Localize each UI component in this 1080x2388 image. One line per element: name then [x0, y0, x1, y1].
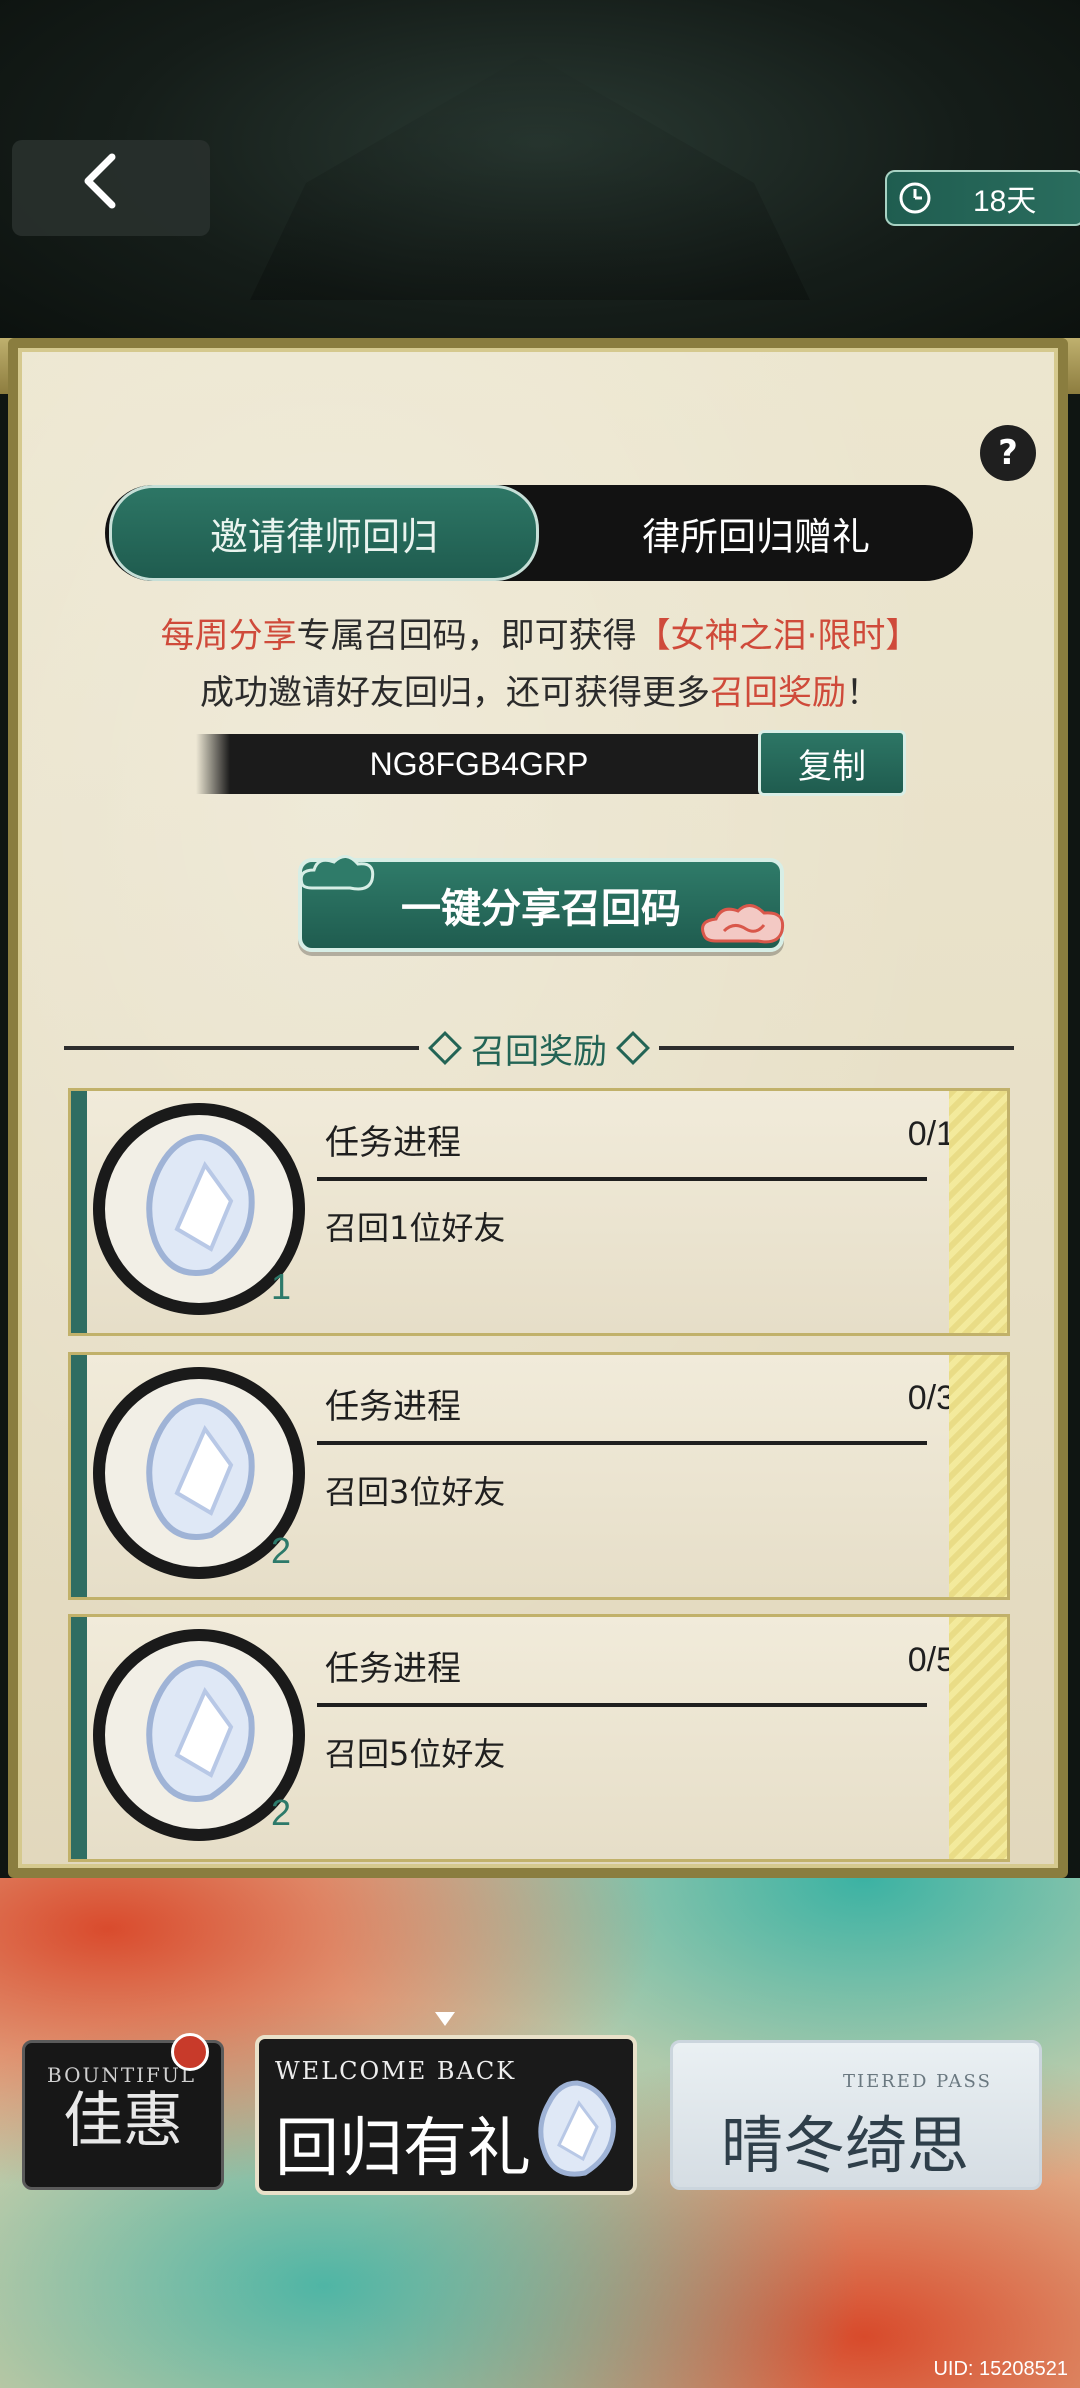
tab-firm-gift[interactable]: 律所回归赠礼 — [539, 485, 973, 581]
reward-count: 1 — [271, 1266, 292, 1307]
cloud-icon — [292, 848, 382, 898]
reward-item[interactable]: 2 任务进程 0/3 召回3位好友 — [68, 1352, 1010, 1600]
selected-indicator-icon — [435, 2012, 455, 2026]
uid-label: UID: 15208521 — [933, 2358, 1068, 2380]
timer-label: 18天 — [973, 185, 1037, 218]
clock-icon — [171, 2033, 209, 2071]
task-progress: 0/3 — [907, 1379, 955, 1417]
card-subtitle: TIERED PASS — [843, 2071, 992, 2092]
tab-invite-lawyer[interactable]: 邀请律师回归 — [109, 485, 539, 581]
reward-count: 2 — [271, 1792, 292, 1833]
tab-label: 邀请律师回归 — [209, 514, 438, 559]
copy-button[interactable]: 复制 — [758, 730, 906, 796]
event-card-bountiful[interactable]: BOUNTIFUL 佳惠 — [22, 2033, 224, 2190]
task-title: 任务进程 — [325, 1387, 461, 1427]
event-timer: 18天 — [885, 170, 1080, 226]
desc-text: 成功邀请好友回归，还可获得更多 — [200, 673, 710, 713]
task-desc: 召回5位好友 — [325, 1735, 506, 1773]
invite-desc-line2: 成功邀请好友回归，还可获得更多召回奖励！ — [0, 665, 1080, 714]
diamond-icon — [616, 1031, 650, 1065]
task-progress: 0/1 — [907, 1115, 955, 1153]
back-button[interactable] — [12, 140, 210, 236]
reward-count: 2 — [271, 1530, 292, 1571]
gem-icon — [141, 1657, 261, 1807]
task-desc: 召回3位好友 — [325, 1473, 506, 1511]
event-card-tiered-pass[interactable]: TIERED PASS 晴冬绮思 — [670, 2040, 1042, 2190]
recall-code-field: NG8FGB4GRP — [196, 734, 762, 794]
tab-bar: 邀请律师回归 律所回归赠礼 — [105, 485, 973, 581]
reward-item[interactable]: 1 任务进程 0/1 召回1位好友 — [68, 1088, 1010, 1336]
reward-name-text: 【女神之泪·限时】 — [636, 616, 920, 656]
section-divider: 召回奖励 — [64, 1030, 1014, 1072]
diamond-icon — [428, 1031, 462, 1065]
task-desc: 召回1位好友 — [325, 1209, 506, 1247]
task-progress: 0/5 — [907, 1641, 955, 1679]
help-icon[interactable]: ? — [980, 425, 1036, 481]
section-title: 召回奖励 — [471, 1031, 607, 1072]
cloud-icon — [694, 895, 794, 955]
invite-desc-line1: 每周分享专属召回码，即可获得【女神之泪·限时】 — [0, 608, 1080, 657]
reward-item[interactable]: 2 任务进程 0/5 召回5位好友 — [68, 1614, 1010, 1862]
task-title: 任务进程 — [325, 1649, 461, 1689]
copy-label: 复制 — [798, 746, 866, 787]
task-title: 任务进程 — [325, 1123, 461, 1163]
share-label: 一键分享召回码 — [401, 886, 681, 932]
weekly-share-text: 每周分享 — [160, 616, 297, 656]
recall-code: NG8FGB4GRP — [369, 745, 589, 782]
gem-icon — [535, 2079, 619, 2179]
desc-text: 专属召回码，即可获得 — [296, 616, 637, 656]
card-subtitle: BOUNTIFUL — [47, 2063, 197, 2087]
card-title: 回归有礼 — [275, 2112, 531, 2186]
gem-icon — [141, 1395, 261, 1545]
tab-label: 律所回归赠礼 — [641, 514, 870, 559]
card-title: 晴冬绮思 — [721, 2109, 970, 2182]
desc-text: ！ — [846, 673, 880, 713]
event-card-welcome-back[interactable]: WELCOME BACK 回归有礼 — [255, 2035, 637, 2195]
clock-icon — [897, 180, 933, 216]
card-subtitle: WELCOME BACK — [275, 2057, 517, 2085]
recall-reward-text: 召回奖励 — [710, 673, 846, 713]
gem-icon — [141, 1131, 261, 1281]
back-chevron-icon — [82, 151, 116, 225]
